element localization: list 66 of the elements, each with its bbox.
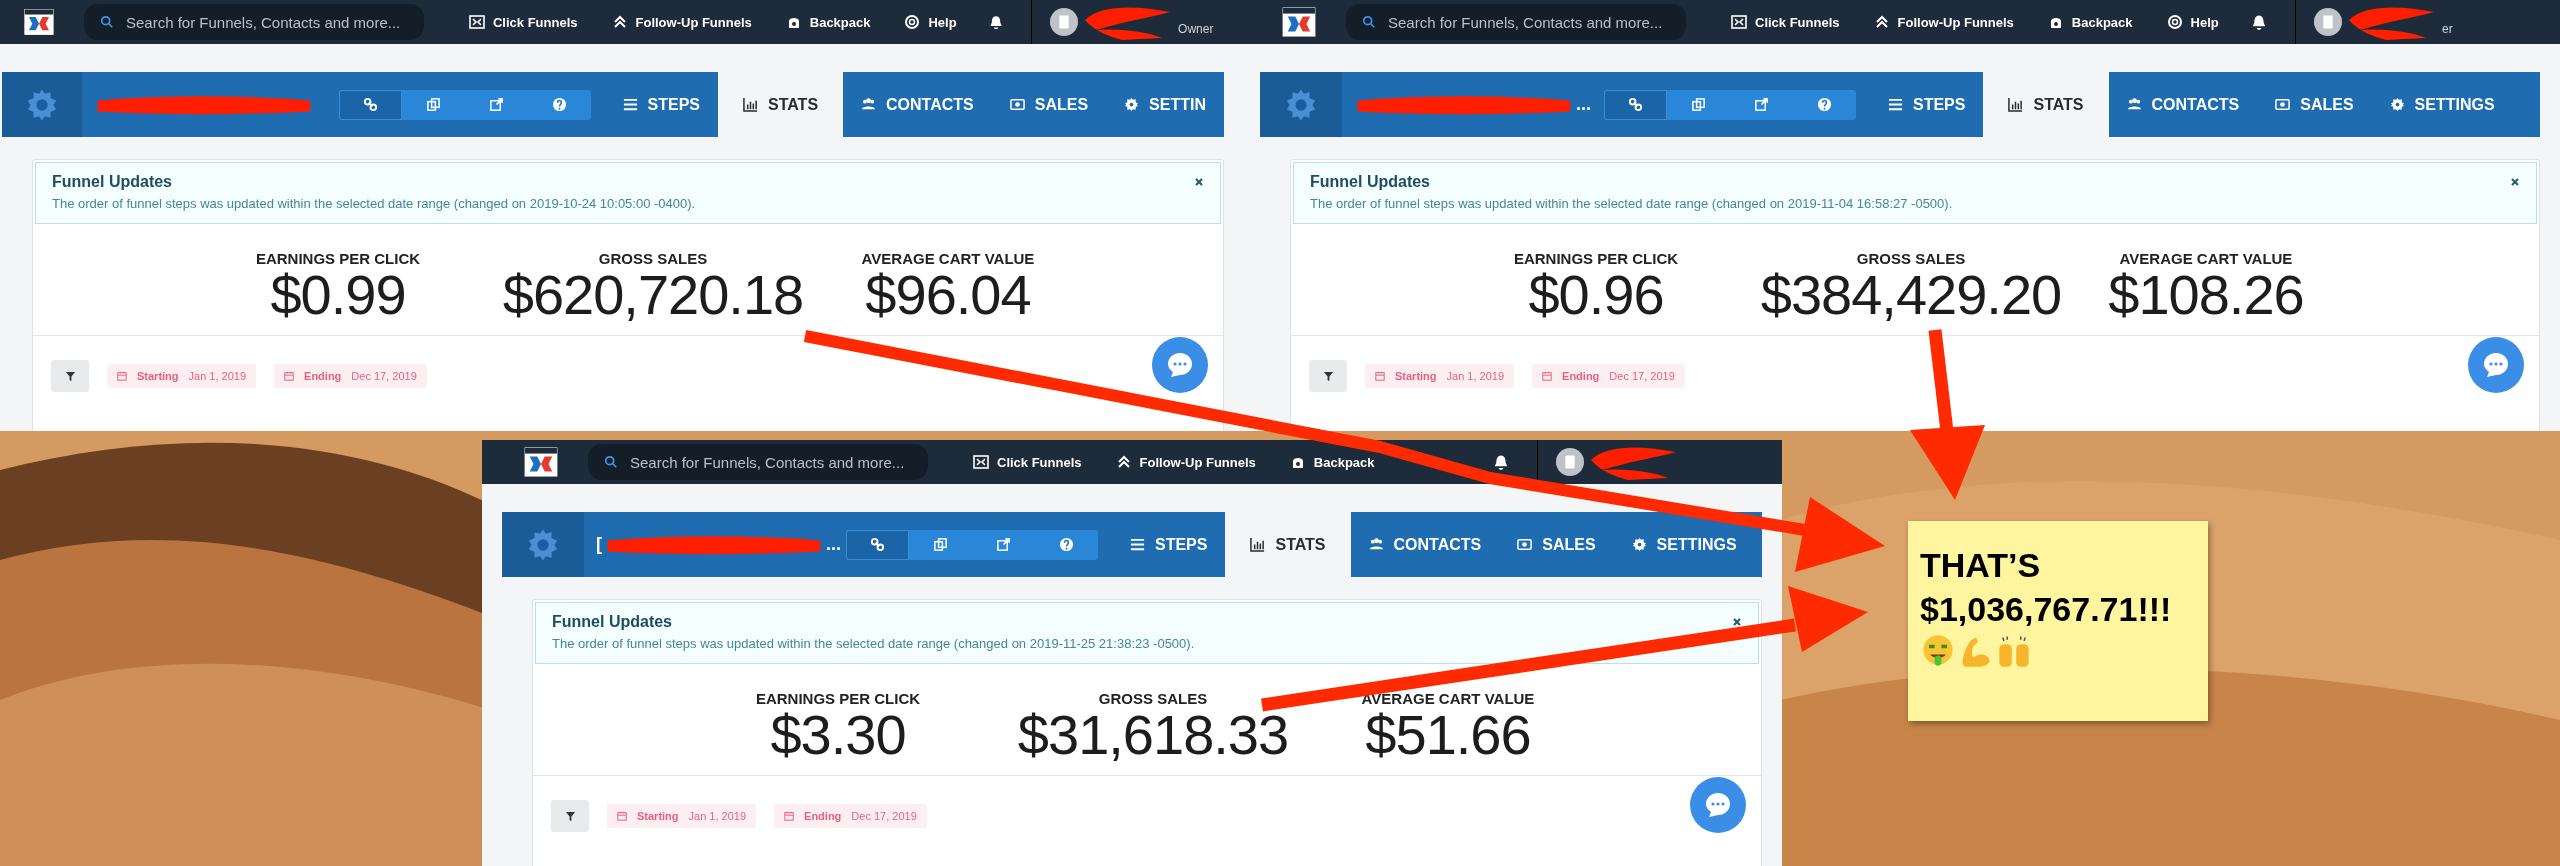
tab[interactable]: STEPS	[1870, 72, 1984, 137]
date-chip[interactable]: Starting Jan 1, 2019	[607, 804, 757, 828]
stat-label: AVERAGE CART VALUE	[2119, 250, 2293, 267]
stat-value: $51.66	[1365, 707, 1531, 763]
search-field[interactable]: Search for Funnels, Contacts and more...	[1346, 4, 1686, 40]
nav-link[interactable]: Follow-Up Funnels	[1115, 454, 1256, 470]
stat-label: EARNINGS PER CLICK	[255, 250, 421, 267]
nav-link[interactable]: Help	[904, 14, 957, 30]
note-text: $1,036,767.71!!!	[1920, 589, 2172, 630]
stat-value: $0.96	[1528, 267, 1664, 323]
note-text: THAT’S	[1920, 545, 2041, 586]
funnel-name: ...	[826, 534, 841, 555]
stat-label: EARNINGS PER CLICK	[1513, 250, 1679, 267]
tab[interactable]: CONTACTS	[2108, 72, 2258, 137]
tab[interactable]: SALES	[1499, 512, 1614, 577]
tab[interactable]: STEPS	[604, 72, 718, 137]
nav-link[interactable]: Click Funnels	[468, 14, 578, 30]
stat-value: $31,618.33	[1017, 707, 1289, 763]
nav-link[interactable]: Click Funnels	[973, 454, 1082, 470]
nav-link[interactable]: Click Funnels	[1731, 14, 1840, 30]
alert-title: Funnel Updates	[52, 173, 173, 191]
stat-value: $620,720.18	[502, 267, 804, 323]
nav-link[interactable]: Backpack	[2047, 14, 2133, 30]
nav-link[interactable]: Help	[2166, 14, 2219, 30]
stat-value: $0.99	[270, 267, 406, 323]
alert-message: The order of funnel steps was updated within the selected date range (changed on 2019-11-25 21:38:23 -0500).	[552, 636, 1195, 651]
stat-label: GROSS SALES	[598, 250, 708, 267]
stat-value: $3.30	[770, 707, 906, 763]
tab[interactable]: STATS	[1983, 72, 2109, 137]
stat-value: $108.26	[2108, 267, 2304, 323]
stat-value: $384,429.20	[1760, 267, 2062, 323]
stat-label: AVERAGE CART VALUE	[861, 250, 1035, 267]
tab[interactable]: SETTINGS	[1613, 512, 1755, 577]
nav-link[interactable]: Backpack	[1289, 454, 1375, 470]
nav-link[interactable]: Backpack	[785, 14, 871, 30]
funnel-name: [	[596, 534, 602, 555]
stat-value: $96.04	[865, 267, 1031, 323]
tab[interactable]: SALES	[2257, 72, 2372, 137]
date-chip[interactable]: Ending Dec 17, 2019	[774, 804, 927, 828]
nav-link[interactable]: Follow-Up Funnels	[611, 14, 752, 30]
tab[interactable]: CONTACTS	[1350, 512, 1500, 577]
search-field[interactable]: Search for Funnels, Contacts and more...	[588, 444, 928, 480]
alert-message: The order of funnel steps was updated within the selected date range (changed on 2019-11-04 16:58:27 -0500).	[1310, 196, 1953, 211]
user-role: er	[2442, 22, 2453, 36]
alert-message: The order of funnel steps was updated within the selected date range (changed on 2019-10-24 10:05:00 -0400).	[52, 196, 696, 211]
date-chip[interactable]: Ending Dec 17, 2019	[274, 364, 427, 388]
tab[interactable]: SETTIN	[1106, 72, 1224, 137]
alert-title: Funnel Updates	[552, 613, 673, 631]
tab[interactable]: STATS	[718, 72, 844, 137]
user-role: Owner	[1178, 22, 1214, 36]
tab[interactable]: STEPS	[1112, 512, 1226, 577]
funnel-name: ...	[1576, 94, 1591, 115]
date-chip[interactable]: Starting Jan 1, 2019	[1365, 364, 1515, 388]
tab[interactable]: CONTACTS	[843, 72, 992, 137]
tab[interactable]: SETTINGS	[2371, 72, 2513, 137]
date-chip[interactable]: Ending Dec 17, 2019	[1532, 364, 1685, 388]
alert-title: Funnel Updates	[1310, 173, 1431, 191]
stat-label: AVERAGE CART VALUE	[1361, 690, 1535, 707]
tab[interactable]: SALES	[991, 72, 1107, 137]
tab[interactable]: STATS	[1225, 512, 1351, 577]
search-field[interactable]: Search for Funnels, Contacts and more...	[83, 4, 424, 40]
date-chip[interactable]: Starting Jan 1, 2019	[107, 364, 257, 388]
nav-link[interactable]: Follow-Up Funnels	[1873, 14, 2014, 30]
stat-label: EARNINGS PER CLICK	[755, 690, 921, 707]
stat-label: GROSS SALES	[1098, 690, 1208, 707]
stat-label: GROSS SALES	[1856, 250, 1966, 267]
